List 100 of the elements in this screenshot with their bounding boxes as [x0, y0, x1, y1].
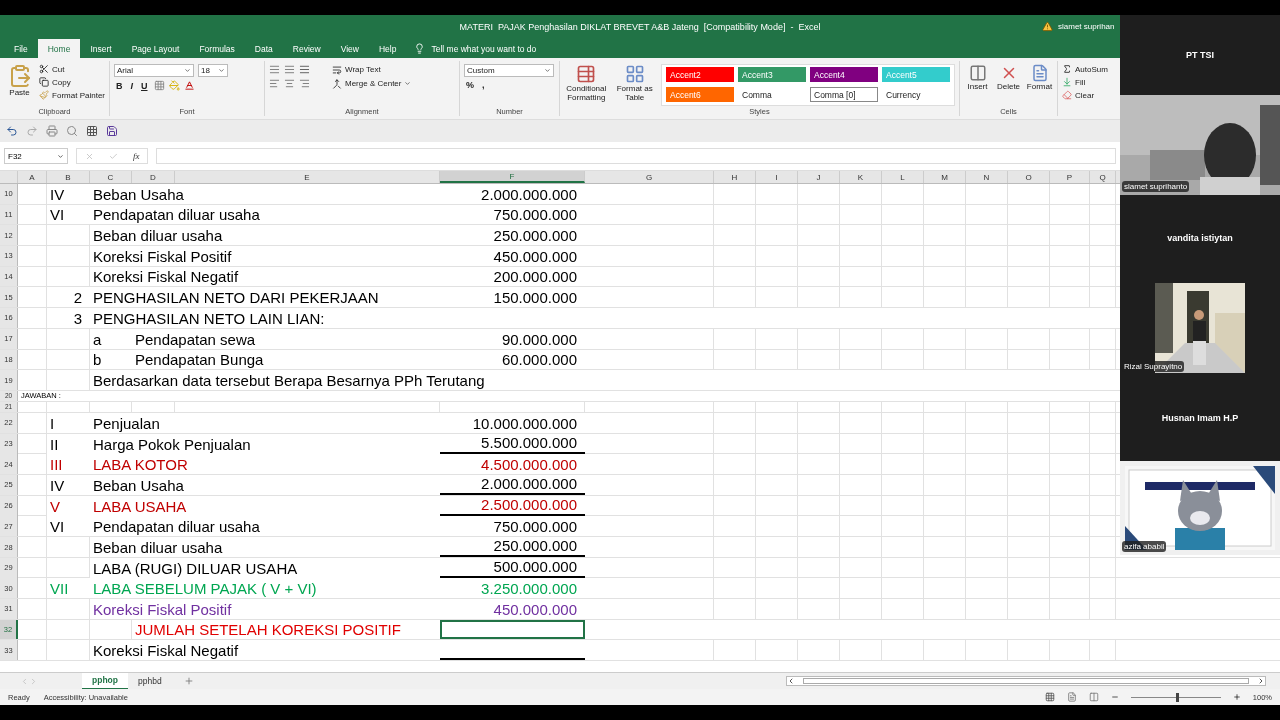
cell-style[interactable]: Accent2: [666, 67, 734, 82]
zoom-slider-thumb[interactable]: [1175, 692, 1179, 702]
ribbon-tab[interactable]: Formulas: [189, 39, 245, 58]
sheet-tab[interactable]: pphbd: [127, 672, 172, 690]
undo-icon[interactable]: [6, 125, 18, 137]
merge-center-button[interactable]: Merge & Center: [332, 78, 412, 89]
cell-text: 500.000.000: [440, 557, 585, 578]
align-right-icon[interactable]: [299, 78, 310, 89]
cell-style[interactable]: Comma [0]: [810, 87, 878, 102]
paste-button[interactable]: Paste: [4, 64, 36, 107]
fill-color-icon[interactable]: [168, 80, 180, 91]
insert-function-button[interactable]: fx: [132, 151, 140, 161]
conditional-formatting-button[interactable]: Conditional Formatting: [564, 64, 609, 107]
lightbulb-icon: [414, 43, 426, 54]
normal-view-icon[interactable]: [1044, 692, 1055, 702]
cell-text: 2.500.000.000: [440, 495, 585, 516]
cell-style[interactable]: Accent4: [810, 67, 878, 82]
zoom-in-icon[interactable]: [1232, 693, 1241, 701]
ribbon-tab[interactable]: Page Layout: [121, 39, 190, 58]
ribbon-tab[interactable]: Insert: [80, 39, 122, 58]
wrap-text-icon: [332, 64, 342, 75]
cut-button[interactable]: Cut: [39, 64, 105, 74]
delete-button[interactable]: Delete: [995, 64, 1022, 107]
comma-style-button[interactable]: ,: [480, 80, 487, 90]
ribbon-tab[interactable]: Home: [37, 39, 81, 58]
cell-text: V: [47, 495, 90, 516]
cell-text: VI: [47, 516, 90, 536]
participant-name: PT TSI: [1186, 50, 1214, 60]
italic-button[interactable]: I: [128, 80, 135, 91]
print-preview-icon[interactable]: [66, 125, 78, 137]
font-name-field[interactable]: Arial: [114, 64, 194, 77]
wrap-text-button[interactable]: Wrap Text: [332, 64, 381, 75]
save-icon[interactable]: [106, 125, 118, 137]
bold-button[interactable]: B: [114, 80, 125, 91]
cell-text: LABA USAHA: [90, 495, 440, 516]
redo-icon[interactable]: [26, 125, 38, 137]
ribbon-tab[interactable]: Help: [368, 39, 407, 58]
tell-me-search[interactable]: Tell me what you want to do: [431, 43, 537, 54]
font-color-icon[interactable]: [183, 80, 195, 91]
horizontal-scrollbar[interactable]: [786, 676, 1266, 686]
borders-icon[interactable]: [153, 80, 165, 91]
cell-text: 5.500.000.000: [440, 433, 585, 454]
add-sheet-icon[interactable]: [183, 676, 194, 686]
name-box[interactable]: F32: [4, 148, 68, 164]
cell-text: 250.000.000: [440, 537, 585, 557]
align-top-icon[interactable]: [269, 64, 280, 75]
participant-name: azifa ababil: [1122, 541, 1167, 552]
clear-button[interactable]: Clear: [1062, 90, 1114, 100]
participant-name: Husnan Imam H.P: [1161, 413, 1239, 423]
ribbon-tab[interactable]: View: [330, 39, 369, 58]
caret-icon: [57, 152, 64, 160]
autosum-button[interactable]: AutoSum: [1062, 64, 1114, 74]
print-icon[interactable]: [46, 125, 58, 137]
arrow-down-icon: [1062, 77, 1072, 87]
cancel-icon: [84, 151, 94, 161]
caret-icon: [404, 80, 412, 87]
cell-text: Harga Pokok Penjualan: [90, 433, 440, 454]
column-header[interactable]: F: [440, 171, 585, 183]
underline-button[interactable]: U: [139, 80, 150, 91]
scroll-left-icon: [787, 677, 795, 685]
format-painter-button[interactable]: Format Painter: [39, 90, 105, 100]
align-middle-icon[interactable]: [284, 64, 295, 75]
fill-button[interactable]: Fill: [1062, 77, 1114, 87]
copy-icon: [39, 77, 50, 87]
formula-field[interactable]: [156, 148, 1116, 164]
align-left-icon[interactable]: [269, 78, 280, 89]
participant-name: vandita istiytan: [1167, 233, 1233, 243]
cell-text: 2.000.000.000: [440, 474, 585, 495]
percent-button[interactable]: %: [464, 80, 476, 90]
caret-icon: [218, 67, 225, 74]
cell-text: LABA (RUGI) DILUAR USAHA: [90, 557, 440, 578]
align-center-icon[interactable]: [284, 78, 295, 89]
page-break-icon[interactable]: [1088, 692, 1099, 702]
sheet-tab[interactable]: pphop: [82, 672, 128, 690]
ribbon-tab[interactable]: File: [4, 39, 38, 58]
scrollbar-thumb[interactable]: [803, 678, 1249, 684]
caret-icon: [184, 67, 191, 74]
copy-button[interactable]: Copy: [39, 77, 105, 87]
zoom-out-icon[interactable]: [1110, 693, 1119, 701]
user-name[interactable]: slamet suprihan: [1058, 22, 1115, 31]
format-button[interactable]: Format: [1026, 64, 1053, 107]
page-layout-icon[interactable]: [1066, 692, 1077, 702]
paintbrush-icon: [39, 90, 50, 100]
format-as-table-button[interactable]: Format as Table: [612, 64, 657, 107]
document-icon: [1030, 64, 1049, 82]
window-title: MATERI PAJAK Penghasilan DIKLAT BREVET A&B Jateng [Compatibility Mode] - Excel: [459, 21, 821, 32]
participant-name: slamet suprihanto: [1122, 181, 1190, 192]
font-size-field[interactable]: 18: [198, 64, 228, 77]
cell-text: VI: [47, 204, 90, 225]
cell-style[interactable]: Accent3: [738, 67, 806, 82]
align-bottom-icon[interactable]: [299, 64, 310, 75]
number-format-field[interactable]: Custom: [464, 64, 554, 77]
active-cell[interactable]: [440, 619, 585, 640]
ribbon-tab[interactable]: Review: [282, 39, 331, 58]
insert-button[interactable]: Insert: [964, 64, 991, 107]
scroll-right-icon: [1257, 677, 1265, 685]
ribbon-tab[interactable]: Data: [244, 39, 283, 58]
grid-icon[interactable]: [86, 125, 98, 137]
eraser-icon: [1062, 90, 1072, 100]
warning-icon: [1042, 21, 1053, 32]
